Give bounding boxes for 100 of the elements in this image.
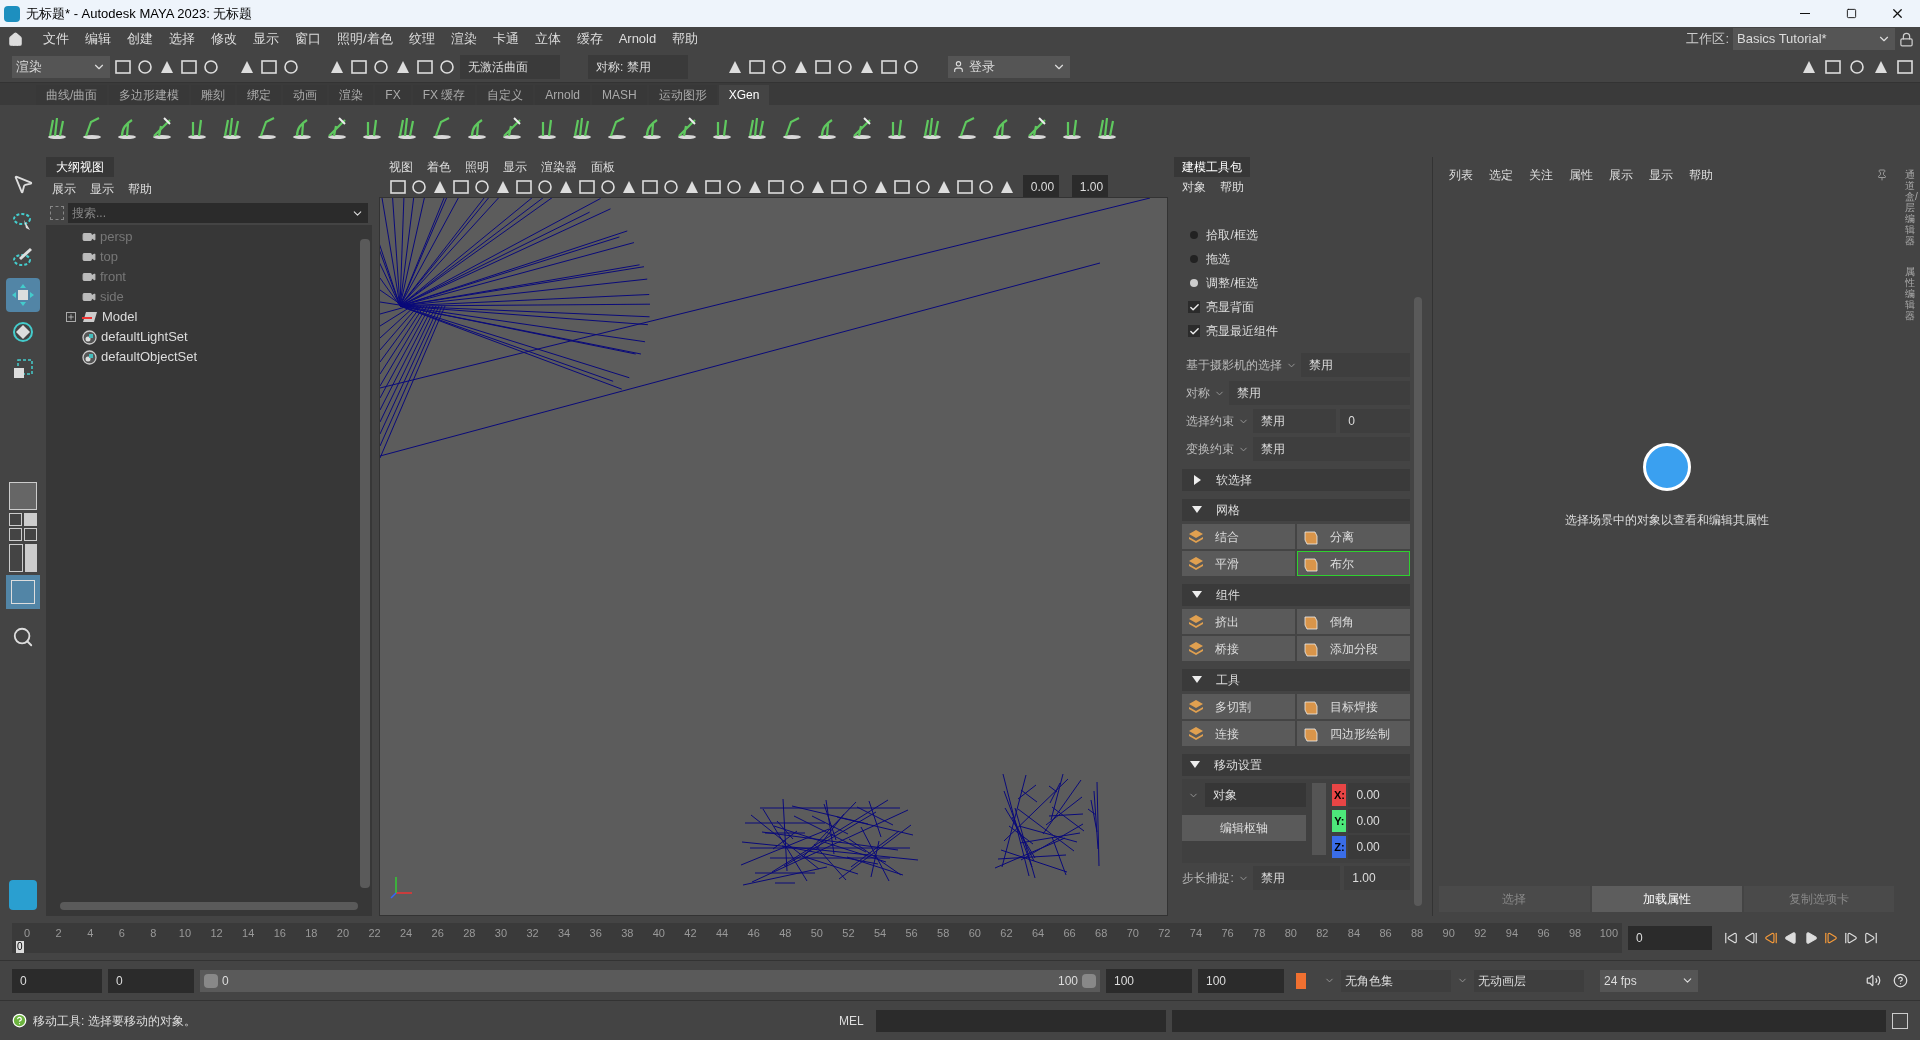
fps-dropdown[interactable]: 24 fps: [1600, 969, 1698, 992]
tool-button[interactable]: 结合: [1182, 524, 1296, 549]
tool-button[interactable]: 布尔: [1297, 551, 1411, 576]
section-header[interactable]: 网格: [1182, 499, 1411, 521]
outliner-tab[interactable]: 大纲视图: [45, 157, 114, 177]
menu-item[interactable]: 面板: [590, 158, 615, 176]
toolbar-tool-icon[interactable]: [535, 178, 554, 196]
menu-item[interactable]: 展示: [51, 180, 76, 198]
menu-item[interactable]: 立体: [526, 29, 569, 49]
checkbox[interactable]: [1188, 325, 1201, 337]
toolbar-tool-icon[interactable]: [1824, 57, 1842, 76]
menu-item[interactable]: 创建: [119, 29, 161, 49]
section-header[interactable]: 工具: [1182, 669, 1411, 691]
caret-icon[interactable]: [1192, 475, 1203, 485]
toolbar-tool-icon[interactable]: [976, 178, 995, 196]
gamma-field[interactable]: 1.00: [1071, 175, 1108, 199]
radio-button[interactable]: [1190, 231, 1199, 239]
go-to-start-icon[interactable]: [1724, 931, 1738, 945]
workspace-dropdown[interactable]: Basics Tutorial*: [1733, 28, 1895, 50]
outliner-layout-icon[interactable]: [6, 575, 40, 609]
layout-icon[interactable]: [9, 482, 37, 510]
menu-item[interactable]: 缓存: [568, 29, 611, 49]
menu-item[interactable]: 显示: [245, 29, 287, 49]
option-field[interactable]: 禁用: [1253, 409, 1337, 433]
toolbar-tool-icon[interactable]: [282, 57, 300, 76]
toolbar-tool-icon[interactable]: [640, 178, 659, 196]
editor-button[interactable]: 加载属性: [1591, 886, 1742, 912]
toolbar-tool-icon[interactable]: [416, 57, 434, 76]
playback-start-field[interactable]: 0: [108, 968, 194, 993]
outliner-item[interactable]: defaultLightSet: [100, 327, 188, 347]
toolbar-tool-icon[interactable]: [814, 57, 832, 76]
script-editor-icon[interactable]: [1892, 1012, 1908, 1029]
toolbar-tool-icon[interactable]: [955, 178, 974, 196]
space-dropdown[interactable]: 对象: [1205, 783, 1307, 807]
menu-item[interactable]: 展示: [1609, 166, 1634, 184]
menu-item[interactable]: 着色: [426, 158, 451, 176]
toolbar-tool-icon[interactable]: [577, 178, 596, 196]
toolbar-tool-icon[interactable]: [724, 178, 743, 196]
toolbar-tool-icon[interactable]: [202, 57, 220, 76]
outliner-item[interactable]: Model: [101, 307, 138, 327]
menu-item[interactable]: Arnold: [610, 29, 665, 49]
time-slider[interactable]: 0 2 4 6 8 10 12 14 16 18 20 22 24 26 28 30 32 34 36 38 40 42 44 46 48 50 52 54 56 58 60 62 64 66 68 70 72 74 76 78 80 82 84 86 88 90 92 94 96 98 100 0: [12, 923, 1622, 953]
toolbar-tool-icon[interactable]: [770, 57, 788, 76]
axis-value-field[interactable]: 0.00: [1348, 835, 1411, 859]
tool-button[interactable]: 连接: [1182, 721, 1296, 746]
layout-icon[interactable]: [9, 544, 37, 572]
shelf-tab[interactable]: XGen: [718, 85, 770, 105]
radio-button[interactable]: [1190, 279, 1199, 287]
toolbar-tool-icon[interactable]: [350, 57, 368, 76]
menu-item[interactable]: 选择: [161, 29, 203, 49]
toolbar-tool-icon[interactable]: [180, 57, 198, 76]
menu-item[interactable]: 选定: [1489, 166, 1514, 184]
toolbar-tool-icon[interactable]: [892, 178, 911, 196]
toolbar-tool-icon[interactable]: [748, 57, 766, 76]
menu-item[interactable]: 窗口: [287, 29, 329, 49]
menu-item[interactable]: 关注: [1529, 166, 1554, 184]
toolbar-tool-icon[interactable]: [880, 57, 898, 76]
option-value-field[interactable]: 0: [1340, 409, 1411, 433]
play-backwards-icon[interactable]: [1784, 931, 1798, 945]
axis-value-field[interactable]: 0.00: [1348, 783, 1411, 807]
tool-button[interactable]: 目标焊接: [1297, 694, 1411, 719]
menu-item[interactable]: 文件: [35, 29, 77, 49]
outliner-item[interactable]: defaultObjectSet: [100, 347, 198, 367]
command-line-field[interactable]: [875, 1009, 1166, 1032]
symmetry-field[interactable]: 对称: 禁用: [588, 54, 688, 79]
radio-button[interactable]: [1190, 255, 1199, 263]
play-icon[interactable]: [1804, 931, 1818, 945]
step-back-key-icon[interactable]: [1744, 931, 1758, 945]
caret-icon[interactable]: [1192, 505, 1203, 515]
toolbar-tool-icon[interactable]: [1848, 57, 1866, 76]
option-field[interactable]: 禁用: [1301, 353, 1411, 377]
option-field[interactable]: 禁用: [1253, 437, 1411, 461]
help-icon[interactable]: [1893, 973, 1908, 988]
menu-item[interactable]: 属性: [1569, 166, 1594, 184]
toolkit-tab[interactable]: 建模工具包: [1174, 157, 1251, 177]
section-header[interactable]: 组件: [1182, 584, 1411, 606]
expand-toggle[interactable]: [65, 312, 76, 322]
lock-icon[interactable]: [1899, 31, 1914, 47]
toolbar-tool-icon[interactable]: [829, 178, 848, 196]
exposure-field[interactable]: 0.00: [1022, 175, 1059, 199]
go-to-end-icon[interactable]: [1864, 931, 1878, 945]
command-language-label[interactable]: MEL: [839, 1011, 864, 1030]
toolbar-tool-icon[interactable]: [913, 178, 932, 196]
menu-item[interactable]: 视图: [388, 158, 413, 176]
animation-layer-dropdown[interactable]: 无动画层: [1474, 969, 1584, 992]
step-back-icon[interactable]: [1764, 931, 1778, 945]
toolbar-tool-icon[interactable]: [787, 178, 806, 196]
toolbar-tool-icon[interactable]: [114, 57, 132, 76]
tool-button[interactable]: 多切割: [1182, 694, 1296, 719]
toolbar-tool-icon[interactable]: [836, 57, 854, 76]
edit-pivot-button[interactable]: 编辑枢轴: [1182, 815, 1307, 841]
checkbox[interactable]: [1188, 301, 1201, 313]
snap-field[interactable]: 禁用: [1252, 866, 1341, 890]
menu-item[interactable]: 帮助: [1220, 178, 1245, 196]
toolbar-tool-icon[interactable]: [372, 57, 390, 76]
current-frame-field[interactable]: 0: [1628, 926, 1712, 950]
start-frame-field[interactable]: 0: [12, 968, 102, 993]
live-surface-field[interactable]: 无激活曲面: [460, 54, 560, 79]
pin-icon[interactable]: [1876, 169, 1888, 181]
section-header[interactable]: 软选择: [1182, 469, 1411, 491]
